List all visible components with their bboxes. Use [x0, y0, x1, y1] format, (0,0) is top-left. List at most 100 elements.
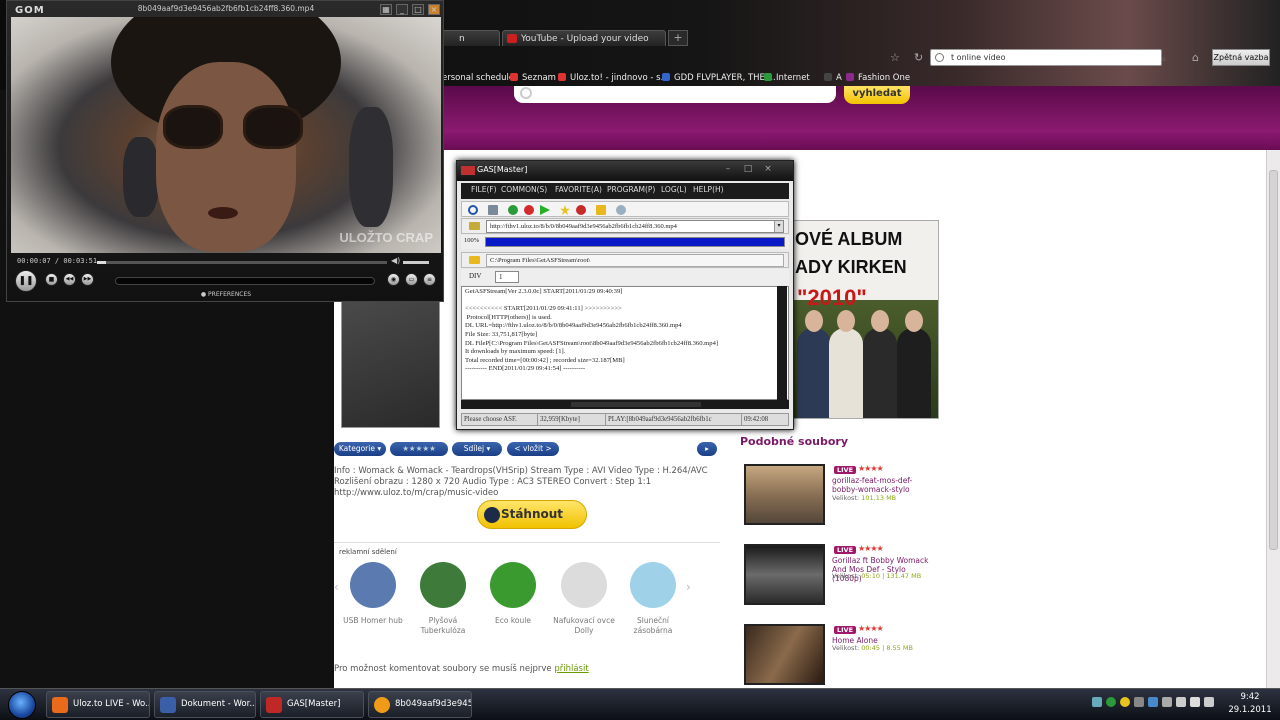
control-bar[interactable]	[115, 277, 375, 285]
category-button[interactable]: Kategorie ▾	[334, 442, 386, 456]
save-path-field[interactable]: C:\Program Files\GetASFStream\root\	[486, 254, 784, 267]
start-button[interactable]	[8, 691, 36, 719]
video-thumbnail[interactable]	[744, 624, 825, 685]
url-field[interactable]: http://fthv1.uloz.to/8/b/0/8b049aaf9d3e9…	[486, 220, 784, 233]
page-scrollbar[interactable]	[1266, 150, 1280, 688]
next-button[interactable]: ▸	[697, 442, 717, 456]
clock-time[interactable]: 9:42	[1222, 692, 1278, 702]
maximize-icon[interactable]: □	[412, 4, 424, 15]
bookmark-item[interactable]: Seznam	[510, 73, 556, 83]
ad-item[interactable]: Plyšová Tuberkulóza	[410, 562, 476, 636]
video-display[interactable]: ULOŽTO CRAP	[11, 17, 441, 253]
star-icon[interactable]: ☆	[890, 51, 900, 64]
seek-bar[interactable]	[97, 261, 387, 264]
folder-icon[interactable]	[596, 205, 606, 215]
div-input[interactable]: 1	[495, 271, 519, 283]
search-input[interactable]: t online video ⌕	[930, 49, 1167, 66]
menu-program[interactable]: PROGRAM(P)	[607, 185, 655, 194]
scrollbar-thumb[interactable]	[571, 402, 701, 407]
similar-file-title[interactable]: gorillaz-feat-mos-def-bobby-womack-stylo	[832, 476, 936, 494]
log-output[interactable]: GetASFStream[Ver 2.3.0.0c] START[2011/01…	[461, 286, 789, 400]
taskbar-item-gom[interactable]: 8b049aaf9d3e945...	[368, 691, 472, 718]
browser-tab-1[interactable]: n	[440, 30, 500, 46]
gas-titlebar[interactable]: GAS[Master] – □ ×	[457, 161, 793, 181]
browser-tab-youtube[interactable]: YouTube - Upload your video	[502, 30, 666, 46]
reload-icon[interactable]: ↻	[914, 51, 923, 64]
minimize-icon[interactable]: –	[719, 163, 737, 175]
video-thumbnail[interactable]	[744, 464, 825, 525]
pause-button[interactable]: ❚❚	[15, 270, 37, 292]
tray-icon[interactable]	[1106, 697, 1116, 707]
capture-button[interactable]: ◉	[387, 273, 400, 286]
maximize-icon[interactable]: □	[739, 163, 757, 175]
bookmark-item[interactable]: GDD FLVPLAYER, THE ...	[662, 73, 776, 83]
pin-icon[interactable]: ▦	[380, 4, 392, 15]
playlist-button[interactable]: ≡	[423, 273, 436, 286]
site-search-input[interactable]	[514, 86, 836, 103]
ad-item[interactable]: Nafukovací ovce Dolly	[551, 562, 617, 636]
volume-icon[interactable]: ◀)	[391, 256, 400, 265]
similar-file-item[interactable]: LIVE ★★★★ gorillaz-feat-mos-def-bobby-wo…	[740, 464, 940, 532]
preferences-button[interactable]: ● PREFERENCES	[7, 291, 445, 298]
download-button[interactable]: Stáhnout	[477, 500, 587, 529]
play-icon[interactable]	[540, 205, 550, 215]
open-icon[interactable]	[488, 205, 498, 215]
rating-stars[interactable]: ★★★★★	[390, 442, 448, 456]
embed-button[interactable]: < vložit >	[507, 442, 559, 456]
close-icon[interactable]: ×	[428, 4, 440, 15]
tray-icon[interactable]	[1092, 697, 1102, 707]
feedback-button[interactable]: Zpětná vazba	[1212, 49, 1270, 66]
folder-icon[interactable]	[469, 256, 480, 264]
video-thumbnail[interactable]	[744, 544, 825, 605]
log-horizontal-scrollbar[interactable]	[461, 400, 789, 409]
taskbar-item-word[interactable]: Dokument - Wor...	[154, 691, 256, 718]
menu-favorite[interactable]: FAVORITE(A)	[555, 185, 602, 194]
search-icon[interactable]: ⌕	[1161, 52, 1167, 67]
taskbar-item-gas[interactable]: GAS[Master]	[260, 691, 364, 718]
ad-item[interactable]: USB Homer hub	[340, 562, 406, 626]
close-icon[interactable]: ×	[759, 163, 777, 175]
help-icon[interactable]	[616, 205, 626, 215]
record-icon[interactable]	[524, 205, 534, 215]
login-link[interactable]: přihlásit	[554, 664, 588, 674]
search-icon[interactable]	[468, 205, 478, 215]
tray-icon[interactable]	[1134, 697, 1144, 707]
share-button[interactable]: Sdílej ▾	[452, 442, 502, 456]
bookmark-item[interactable]: Internet	[764, 73, 810, 83]
bookmark-item[interactable]: Uloz.to! - jindnovo - s...	[558, 73, 669, 83]
taskbar-item-firefox[interactable]: Uloz.to LIVE - Wo...	[46, 691, 150, 718]
tray-icon[interactable]	[1120, 697, 1130, 707]
check-icon[interactable]	[576, 205, 586, 215]
log-vertical-scrollbar[interactable]	[777, 286, 787, 400]
clock-date[interactable]: 29.1.2011	[1222, 705, 1278, 715]
chevron-right-icon[interactable]: ›	[686, 580, 691, 594]
flag-icon[interactable]	[1204, 697, 1214, 707]
gom-player-window[interactable]: 8b049aaf9d3e9456ab2fb6fb1cb24ff8.360.mp4…	[6, 0, 444, 302]
bookmark-item[interactable]: A	[824, 73, 842, 83]
scrollbar-thumb[interactable]	[1269, 170, 1278, 550]
ad-item[interactable]: Eco koule	[480, 562, 546, 626]
tray-icon[interactable]	[1162, 697, 1172, 707]
dropdown-arrow-icon[interactable]: ▾	[774, 221, 783, 232]
fullscreen-button[interactable]: ▭	[405, 273, 418, 286]
next-button[interactable]: ▶▶	[81, 273, 94, 286]
album-banner[interactable]: OVÉ ALBUM ADY KIRKEN "2010"	[790, 220, 939, 419]
menu-log[interactable]: LOG(L)	[661, 185, 687, 194]
home-icon[interactable]: ⌂	[1192, 51, 1199, 64]
video-preview[interactable]	[341, 300, 440, 428]
previous-button[interactable]: ◀◀	[63, 273, 76, 286]
menu-help[interactable]: HELP(H)	[693, 185, 724, 194]
bookmark-item[interactable]: Fashion One	[846, 73, 910, 83]
chevron-left-icon[interactable]: ‹	[334, 580, 339, 594]
stop-button[interactable]: ■	[45, 273, 58, 286]
similar-file-item[interactable]: LIVE ★★★★ Gorillaz ft Bobby Womack And M…	[740, 544, 940, 612]
network-icon[interactable]	[1176, 697, 1186, 707]
gas-window[interactable]: GAS[Master] – □ × FILE(F) COMMON(S) FAVO…	[456, 160, 794, 430]
similar-file-item[interactable]: LIVE ★★★★ Home Alone Velikost: 00:45 | 8…	[740, 624, 940, 692]
new-tab-button[interactable]: +	[668, 30, 688, 46]
menu-file[interactable]: FILE(F)	[471, 185, 497, 194]
volume-slider[interactable]	[403, 261, 429, 264]
volume-icon[interactable]	[1190, 697, 1200, 707]
tray-icon[interactable]	[1148, 697, 1158, 707]
ad-item[interactable]: Sluneční zásobárna	[620, 562, 686, 636]
